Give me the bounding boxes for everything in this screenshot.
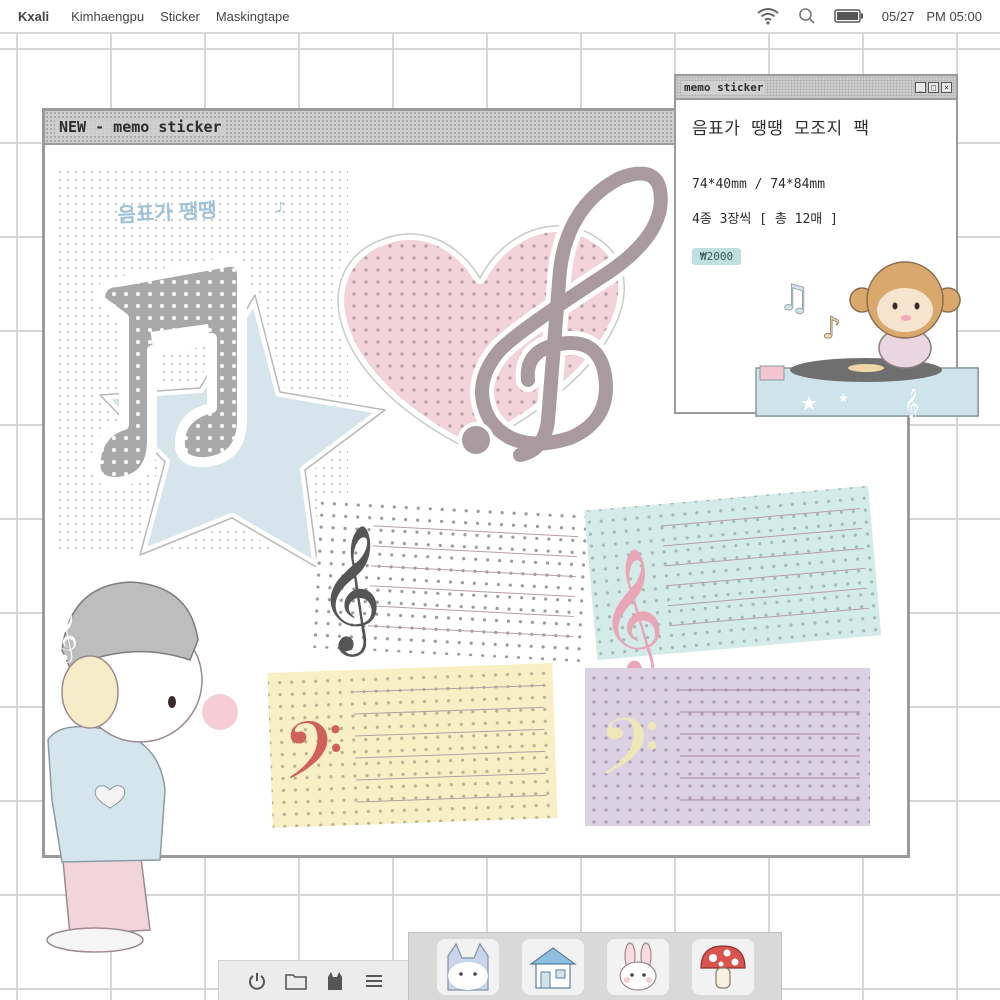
mushroom-app-icon[interactable] xyxy=(691,938,754,995)
price-badge: ₩2000 xyxy=(692,248,742,265)
info-window-titlebar[interactable]: memo sticker _ □ × xyxy=(676,76,956,100)
info-window[interactable]: memo sticker _ □ × 음표가 땡땡 모조지 팩 74*40mm … xyxy=(674,74,958,414)
treble-clef-pink-icon: 𝄞 xyxy=(593,544,669,683)
bass-clef-red-icon: 𝄢 xyxy=(281,703,347,817)
close-button[interactable]: × xyxy=(941,81,952,93)
info-window-title: memo sticker xyxy=(682,80,766,94)
cat-icon[interactable] xyxy=(323,969,347,993)
window-controls: _ □ × xyxy=(915,81,952,93)
product-count: 4종 3장씩 [ 총 12매 ] xyxy=(692,212,838,227)
small-note-icon: ♪ xyxy=(276,200,285,216)
utility-dock xyxy=(218,960,412,1000)
treble-clef-icon: 𝄞 xyxy=(314,521,386,658)
maximize-button[interactable]: □ xyxy=(928,81,939,93)
cat-app-icon[interactable] xyxy=(436,938,499,995)
menu-icon[interactable] xyxy=(362,969,386,993)
character-headphones: 𝄞 xyxy=(46,581,238,953)
bass-clef-cream-icon: 𝄢 xyxy=(598,701,660,813)
house-app-icon[interactable] xyxy=(521,938,584,995)
info-window-body: 음표가 땡땡 모조지 팩 74*40mm / 74*84mm 4종 3장씩 [ … xyxy=(676,100,956,279)
memo-card-white: 𝄞 xyxy=(311,498,590,662)
product-name: 음표가 땡땡 모조지 팩 xyxy=(692,119,870,139)
beanie-clef-icon: 𝄞 xyxy=(52,610,78,663)
minimize-button[interactable]: _ xyxy=(915,81,926,93)
product-size: 74*40mm / 74*84mm xyxy=(692,177,826,192)
memo-card-mint: 𝄞 xyxy=(584,485,882,684)
power-icon[interactable] xyxy=(245,969,269,993)
bunny-app-icon[interactable] xyxy=(606,938,669,995)
memo-card-yellow: 𝄢 xyxy=(267,663,558,828)
memo-card-lavender: 𝄢 xyxy=(585,668,870,826)
app-dock xyxy=(408,932,782,1000)
folder-icon[interactable] xyxy=(284,969,308,993)
